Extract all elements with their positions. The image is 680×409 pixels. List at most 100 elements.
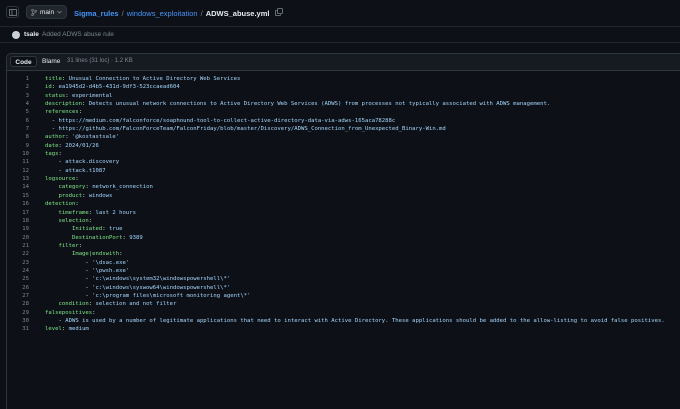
yaml-key: tags	[45, 151, 59, 158]
line-content: - https://github.com/FalconForceTeam/Fal…	[45, 125, 446, 133]
yaml-separator: :	[82, 192, 89, 199]
line-number[interactable]: 23	[7, 259, 29, 267]
line-number[interactable]: 1	[7, 75, 29, 83]
latest-commit-bar: tsale Added ADWS abuse rule	[0, 26, 680, 43]
yaml-key: category	[58, 184, 86, 191]
line-number[interactable]: 17	[7, 209, 29, 217]
yaml-value: attack.t1087	[65, 167, 106, 174]
code-line: 31 level: medium	[7, 325, 665, 333]
sidebar-toggle-button[interactable]	[6, 6, 19, 18]
line-number[interactable]: 16	[7, 200, 29, 208]
line-number[interactable]: 2	[7, 83, 29, 91]
code-line: 8 author: '@kostastsale'	[7, 133, 665, 141]
breadcrumb-repo-link[interactable]: Sigma_rules	[74, 9, 119, 18]
yaml-value: true	[109, 226, 123, 233]
code-line: 6 - https://medium.com/falconforce/soaph…	[7, 117, 665, 125]
yaml-separator: :	[65, 92, 72, 99]
yaml-key: condition	[58, 301, 89, 308]
line-number[interactable]: 21	[7, 242, 29, 250]
tab-blame[interactable]: Blame	[38, 56, 62, 67]
file-navigation-bar: main Sigma_rules / windows_exploitation …	[0, 0, 680, 26]
line-number[interactable]: 4	[7, 100, 29, 108]
yaml-key: status	[45, 92, 66, 99]
yaml-value: 'c:\windows\system32\windowspowershell\*…	[92, 276, 231, 283]
line-number[interactable]: 13	[7, 175, 29, 183]
line-number[interactable]: 26	[7, 284, 29, 292]
yaml-value: 9389	[129, 234, 143, 241]
line-content: id: ea1945d2-d4b5-431d-9df3-523ccaead604	[45, 83, 180, 91]
yaml-key: DestinationPort	[71, 234, 123, 241]
code-line: 22 Image|endswith:	[7, 250, 665, 258]
chevron-down-icon	[57, 10, 62, 14]
line-number[interactable]: 12	[7, 167, 29, 175]
commit-author[interactable]: tsale	[24, 31, 39, 38]
tab-code[interactable]: Code	[10, 56, 37, 67]
line-number[interactable]: 29	[7, 309, 29, 317]
line-number[interactable]: 28	[7, 300, 29, 308]
line-number[interactable]: 22	[7, 250, 29, 258]
line-number[interactable]: 8	[7, 133, 29, 141]
line-number[interactable]: 3	[7, 92, 29, 100]
yaml-key: date	[45, 142, 59, 149]
line-content: tags:	[45, 150, 62, 158]
breadcrumb-separator: /	[200, 8, 203, 18]
line-number[interactable]: 11	[7, 158, 29, 166]
line-number[interactable]: 7	[7, 125, 29, 133]
line-content: timeframe: last 2 hours	[45, 209, 135, 217]
line-number[interactable]: 15	[7, 192, 29, 200]
yaml-key: selection	[58, 217, 89, 224]
code-block[interactable]: 1 title: Unusual Connection to Active Dir…	[7, 75, 665, 334]
branch-selector[interactable]: main	[26, 5, 67, 19]
line-number[interactable]: 25	[7, 275, 29, 283]
line-number[interactable]: 27	[7, 292, 29, 300]
line-number[interactable]: 20	[7, 234, 29, 242]
yaml-key: product	[58, 192, 83, 199]
yaml-key: references	[45, 109, 79, 116]
yaml-key: timeframe	[58, 209, 89, 216]
line-number[interactable]: 14	[7, 183, 29, 191]
line-number[interactable]: 5	[7, 108, 29, 116]
line-content: condition: selection and not filter	[45, 300, 176, 308]
line-number[interactable]: 10	[7, 150, 29, 158]
avatar[interactable]	[12, 31, 20, 39]
code-line: 4 description: Detects unusual network co…	[7, 100, 665, 108]
code-line: 14 category: network_connection	[7, 183, 665, 191]
code-line: 17 timeframe: last 2 hours	[7, 209, 665, 217]
line-number[interactable]: 19	[7, 225, 29, 233]
line-number[interactable]: 24	[7, 267, 29, 275]
breadcrumb-folder-link[interactable]: windows_exploitation	[127, 9, 198, 18]
yaml-key: author	[45, 134, 66, 141]
line-content: category: network_connection	[45, 183, 152, 191]
line-content: status: experimental	[45, 92, 112, 100]
yaml-separator: :	[102, 226, 110, 233]
yaml-key: Initiated	[71, 226, 103, 233]
line-number[interactable]: 30	[7, 317, 29, 325]
copy-path-button[interactable]	[275, 8, 284, 18]
line-content: author: '@kostastsale'	[45, 133, 119, 141]
yaml-key: level	[45, 326, 62, 333]
commit-message[interactable]: Added ADWS abuse rule	[42, 31, 114, 38]
yaml-separator: -	[51, 126, 59, 133]
code-line: 10 tags:	[7, 150, 665, 158]
line-content: product: windows	[45, 192, 112, 200]
code-line: 21 filter:	[7, 242, 665, 250]
yaml-separator: -	[51, 117, 59, 124]
yaml-separator: :	[119, 251, 123, 258]
line-number[interactable]: 9	[7, 142, 29, 150]
line-content: - attack.t1087	[45, 167, 106, 175]
yaml-value: https://github.com/FalconForceTeam/Falco…	[58, 126, 446, 133]
line-content: - attack.discovery	[45, 158, 119, 166]
yaml-value: '\dsac.exe'	[92, 259, 130, 266]
line-number[interactable]: 31	[7, 325, 29, 333]
line-number[interactable]: 18	[7, 217, 29, 225]
yaml-value: 'c:\windows\syswow64\windowspowershell\*…	[92, 284, 231, 291]
line-number[interactable]: 6	[7, 117, 29, 125]
